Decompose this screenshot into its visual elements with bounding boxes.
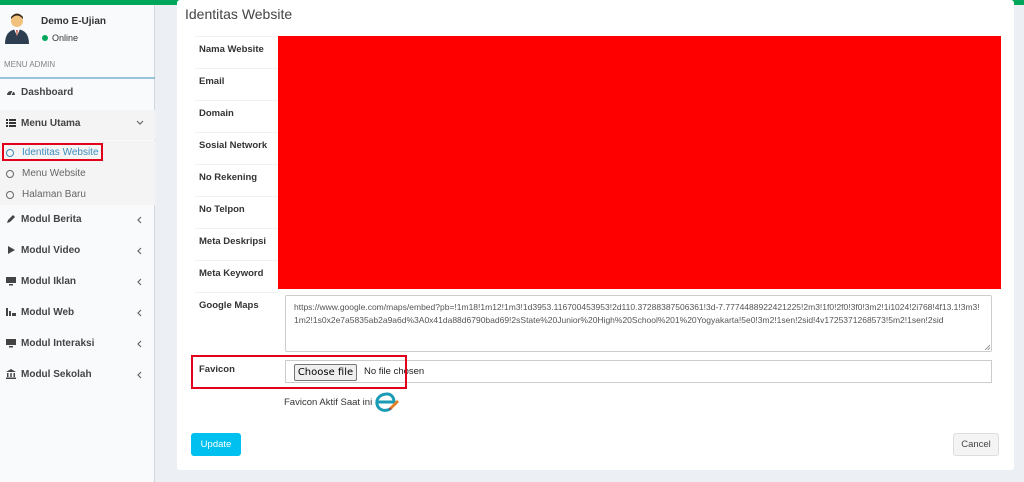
nav-modul-video[interactable]: Modul Video xyxy=(0,237,155,267)
favicon-logo-icon xyxy=(375,392,399,412)
avatar xyxy=(5,13,29,44)
submenu-item-label: Halaman Baru xyxy=(22,189,86,200)
resize-handle-icon[interactable] xyxy=(984,344,990,350)
submenu-item-label: Menu Website xyxy=(22,168,86,179)
nav-modul-berita-label: Modul Berita xyxy=(21,214,82,225)
label-meta-deskripsi: Meta Deskripsi xyxy=(195,228,278,260)
nav-modul-video-label: Modul Video xyxy=(21,245,81,256)
user-status: Online xyxy=(42,33,78,43)
monitor-icon xyxy=(6,277,16,286)
nav-menu-utama-label: Menu Utama xyxy=(21,118,81,129)
nav-modul-iklan[interactable]: Modul Iklan xyxy=(0,268,155,298)
label-text: Google Maps xyxy=(199,300,259,311)
circle-icon xyxy=(6,170,14,178)
label-google-maps: Google Maps xyxy=(195,292,278,324)
highlight-box-favicon xyxy=(191,355,407,389)
nav-modul-interaksi[interactable]: Modul Interaksi xyxy=(0,330,155,360)
chevron-left-icon xyxy=(137,216,142,224)
play-icon xyxy=(8,246,15,254)
nav-modul-sekolah-label: Modul Sekolah xyxy=(21,369,92,380)
label-text: Meta Deskripsi xyxy=(199,236,267,247)
nav-modul-iklan-label: Modul Iklan xyxy=(21,276,76,287)
user-status-label: Online xyxy=(52,33,79,43)
label-sosial-network: Sosial Network xyxy=(195,132,278,164)
label-email: Email xyxy=(195,68,278,100)
update-button[interactable]: Update xyxy=(191,433,241,456)
chevron-left-icon xyxy=(137,278,142,286)
institution-icon xyxy=(6,369,16,379)
nav-menu-utama[interactable]: Menu Utama xyxy=(0,110,155,140)
nav-modul-interaksi-label: Modul Interaksi xyxy=(21,338,95,349)
label-text: No Rekening xyxy=(199,172,258,183)
label-domain: Domain xyxy=(195,100,278,132)
monitor-icon xyxy=(6,339,16,348)
nav-modul-berita[interactable]: Modul Berita xyxy=(0,206,155,236)
chevron-left-icon xyxy=(137,309,142,317)
nav-modul-web[interactable]: Modul Web xyxy=(0,299,155,329)
nav-modul-web-label: Modul Web xyxy=(21,307,75,318)
label-meta-keyword: Meta Keyword xyxy=(195,260,278,292)
cancel-button[interactable]: Cancel xyxy=(953,433,999,456)
list-icon xyxy=(6,119,16,127)
nav-dashboard[interactable]: Dashboard xyxy=(0,79,155,109)
user-panel: Demo E-Ujian Online xyxy=(0,5,155,55)
redacted-fields xyxy=(278,36,1001,289)
label-text: Email xyxy=(199,76,225,87)
label-text: Nama Website xyxy=(199,44,264,55)
label-text: Meta Keyword xyxy=(199,268,264,279)
pencil-icon xyxy=(7,215,15,223)
highlight-box-identitas xyxy=(2,143,103,161)
user-name: Demo E-Ujian xyxy=(41,16,107,27)
chevron-left-icon xyxy=(137,371,142,379)
label-text: Sosial Network xyxy=(199,140,268,151)
nav-dashboard-label: Dashboard xyxy=(21,87,74,98)
label-no-rekening: No Rekening xyxy=(195,164,278,196)
label-no-telpon: No Telpon xyxy=(195,196,278,228)
online-dot-icon xyxy=(42,35,48,41)
label-nama-website: Nama Website xyxy=(195,36,278,68)
dashboard-icon xyxy=(7,90,15,96)
sidebar: Demo E-Ujian Online MENU ADMIN Dashboard… xyxy=(0,5,155,482)
google-maps-textarea[interactable]: https://www.google.com/maps/embed?pb=!1m… xyxy=(285,295,992,352)
nav-modul-sekolah[interactable]: Modul Sekolah xyxy=(0,361,155,391)
submenu-item-halaman-baru[interactable]: Halaman Baru xyxy=(0,187,155,205)
submenu-item-menu-website[interactable]: Menu Website xyxy=(0,166,155,184)
chevron-left-icon xyxy=(137,340,142,348)
circle-icon xyxy=(6,191,14,199)
page-title: Identitas Website xyxy=(185,6,293,22)
chevron-down-icon xyxy=(136,120,144,125)
favicon-active-label: Favicon Aktif Saat ini : xyxy=(284,397,378,408)
menu-header: MENU ADMIN xyxy=(4,60,56,69)
chevron-left-icon xyxy=(137,247,142,255)
web-icon xyxy=(6,308,16,316)
label-text: Domain xyxy=(199,108,234,119)
label-text: No Telpon xyxy=(199,204,245,215)
